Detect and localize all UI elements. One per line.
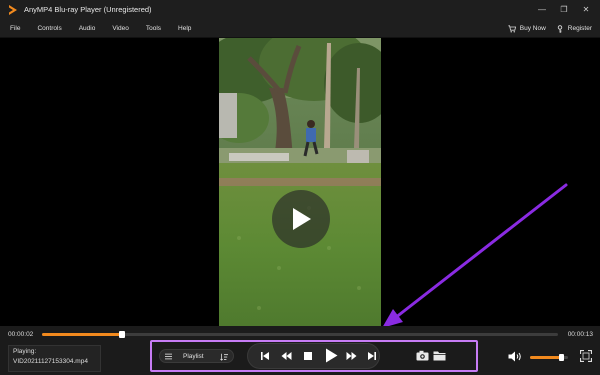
buy-now-label: Buy Now bbox=[519, 25, 546, 32]
current-time: 00:00:02 bbox=[8, 331, 34, 338]
now-playing-panel: Playing: VID20211127153304.mp4 bbox=[8, 345, 101, 372]
menu-tools[interactable]: Tools bbox=[146, 25, 161, 32]
stop-icon[interactable] bbox=[304, 352, 312, 360]
menu-help[interactable]: Help bbox=[178, 25, 191, 32]
now-playing-file: VID20211127153304.mp4 bbox=[13, 358, 88, 365]
list-icon bbox=[165, 353, 172, 360]
rewind-icon[interactable] bbox=[281, 351, 292, 361]
video-area[interactable] bbox=[0, 38, 600, 326]
menu-actions: Buy Now Register bbox=[508, 19, 592, 38]
volume-handle[interactable] bbox=[558, 354, 564, 361]
app-title: AnyMP4 Blu-ray Player (Unregistered) bbox=[24, 5, 152, 14]
skip-previous-icon[interactable] bbox=[260, 351, 270, 361]
playlist-toggle[interactable]: Playlist bbox=[159, 349, 234, 363]
skip-next-icon[interactable] bbox=[367, 351, 377, 361]
window-controls: — ❐ ✕ bbox=[532, 0, 596, 19]
volume-fill bbox=[530, 356, 562, 359]
menu-file[interactable]: File bbox=[10, 25, 20, 32]
register-button[interactable]: Register bbox=[556, 24, 592, 33]
now-playing-label: Playing: bbox=[13, 348, 37, 355]
volume-icon[interactable] bbox=[508, 351, 522, 362]
key-icon bbox=[557, 24, 562, 33]
fullscreen-icon[interactable] bbox=[580, 350, 592, 362]
anymp4-logo-icon bbox=[9, 4, 17, 15]
register-label: Register bbox=[567, 25, 592, 32]
title-bar: AnyMP4 Blu-ray Player (Unregistered) — ❐… bbox=[0, 0, 600, 19]
menu-audio[interactable]: Audio bbox=[79, 25, 96, 32]
play-icon[interactable] bbox=[325, 348, 338, 363]
play-icon bbox=[293, 208, 311, 230]
video-frame bbox=[219, 38, 381, 326]
progress-handle[interactable] bbox=[118, 331, 125, 338]
menu-bar: File Controls Audio Video Tools Help Buy… bbox=[0, 19, 600, 38]
menu-controls[interactable]: Controls bbox=[37, 25, 61, 32]
minimize-button[interactable]: — bbox=[532, 0, 552, 19]
progress-fill bbox=[42, 333, 122, 336]
close-button[interactable]: ✕ bbox=[576, 0, 596, 19]
playlist-label: Playlist bbox=[183, 352, 204, 360]
play-overlay-button[interactable] bbox=[272, 190, 330, 248]
fast-forward-icon[interactable] bbox=[346, 351, 357, 361]
progress-bar[interactable] bbox=[42, 331, 558, 338]
menu-video[interactable]: Video bbox=[112, 25, 129, 32]
folder-icon[interactable] bbox=[433, 350, 446, 361]
buy-now-button[interactable]: Buy Now bbox=[508, 24, 546, 33]
camera-icon[interactable] bbox=[416, 350, 429, 361]
restore-button[interactable]: ❐ bbox=[554, 0, 574, 19]
cart-icon bbox=[508, 24, 516, 33]
volume-slider[interactable] bbox=[530, 354, 568, 361]
sort-icon[interactable] bbox=[220, 353, 228, 361]
total-time: 00:00:13 bbox=[567, 331, 593, 338]
